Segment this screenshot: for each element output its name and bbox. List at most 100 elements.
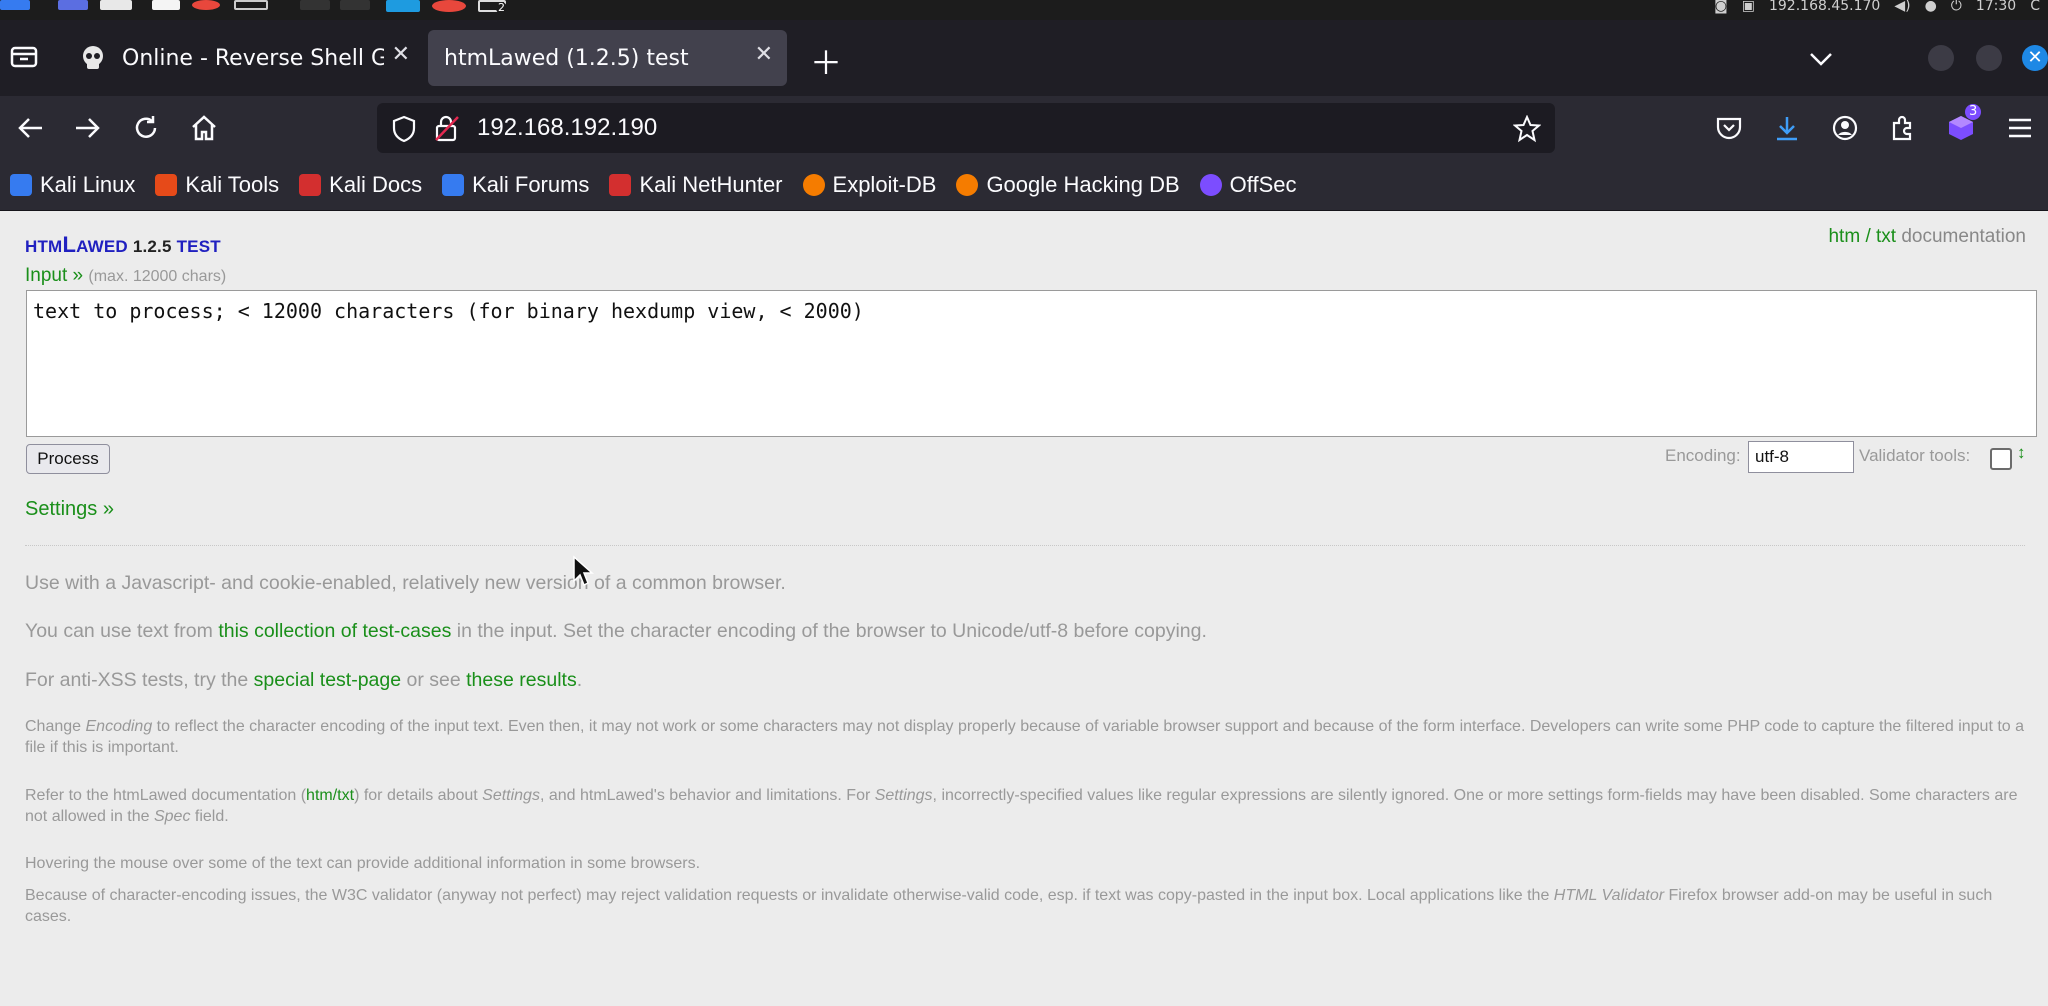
tab-htmlawed[interactable]: htmLawed (1.2.5) test ✕ [428,30,787,86]
kali-icon [10,174,32,196]
tab-close-icon[interactable]: ✕ [755,42,773,67]
input-max-chars: (max. 12000 chars) [88,268,227,285]
window-count-icon[interactable]: 2 [478,0,507,14]
new-tab-button[interactable]: ＋ [810,38,842,84]
bookmark-kali-docs[interactable]: Kali Docs [299,172,422,198]
address-bar[interactable]: 192.168.192.190 [377,103,1555,153]
page-content: HTMLAWED 1.2.5 TEST htm / txt documentat… [0,212,2048,1006]
account-icon [1832,115,1858,141]
os-taskbar: 2 ◙ ▣ 192.168.45.170 ◀) ● ⏻ 17:30 C [0,0,2048,20]
htm-link[interactable]: htm [306,787,333,804]
terminal-icon[interactable] [100,0,132,10]
title-version: 1.2.5 [132,237,172,256]
input-label-text[interactable]: Input » [25,265,83,286]
skull-icon [83,46,103,69]
clipboard-icon[interactable]: ◙ [1714,0,1728,13]
files-icon[interactable] [58,0,88,10]
download-icon [1777,117,1797,141]
firefox-taskbar-icon[interactable] [192,0,220,10]
bookmark-google-hacking-db[interactable]: Google Hacking DB [956,172,1180,198]
close-icon: ✕ [2027,47,2043,68]
power-icon[interactable]: ⏻ [1951,0,1962,13]
firefox-view-icon [10,46,38,68]
bookmark-kali-linux[interactable]: Kali Linux [10,172,135,198]
window-count-badge: 2 [496,1,507,14]
bookmark-label: Exploit-DB [832,172,937,197]
bookmark-star-icon[interactable] [1513,115,1541,143]
test-cases-note: You can use text from this collection of… [25,620,1207,643]
pocket-button[interactable] [1711,110,1747,146]
validator-toggle-icon[interactable]: ↕ [2017,443,2026,463]
text-part: You can use text from [25,620,219,642]
insecure-lock-icon[interactable] [433,113,461,143]
workspace-2-icon[interactable] [340,0,370,10]
workspace-1-icon[interactable] [300,0,330,10]
shield-icon[interactable] [391,115,417,143]
text-part: or see [401,669,467,691]
volume-icon[interactable]: ◀) [1894,0,1910,13]
bookmark-label: Google Hacking DB [986,172,1180,197]
home-button[interactable] [186,110,222,146]
special-test-page-link[interactable]: special test-page [254,669,401,691]
hover-note: Hovering the mouse over some of the text… [25,855,701,872]
account-button[interactable] [1827,110,1863,146]
bookmark-kali-forums[interactable]: Kali Forums [442,172,589,198]
title-part: AWED [76,237,128,256]
lock-icon[interactable]: C [2030,0,2040,13]
process-button[interactable]: Process [26,444,110,474]
maximize-button[interactable] [1976,45,2002,71]
tab-close-icon[interactable]: ✕ [392,42,410,67]
txt-link[interactable]: txt [337,787,354,804]
input-label[interactable]: Input » (max. 12000 chars) [25,265,226,287]
these-results-link[interactable]: these results [466,669,577,691]
downloads-button[interactable] [1769,110,1805,146]
encoding-note: Change Encoding to reflect the character… [25,716,2035,758]
network-ip-text: 192.168.45.170 [1768,0,1881,14]
bookmark-kali-nethunter[interactable]: Kali NetHunter [609,172,783,198]
kali-menu-icon[interactable] [0,0,30,10]
offsec-icon [1199,174,1222,196]
text-part: field. [190,808,229,825]
extension-addon-button[interactable]: 3 [1943,104,1982,146]
text-emphasis: Encoding [85,718,153,735]
test-cases-link[interactable]: this collection of test-cases [218,620,451,642]
validator-tools-checkbox[interactable] [1990,448,2012,470]
encoding-label: Encoding: [1665,446,1741,465]
network-icon[interactable]: ▣ [1742,0,1755,13]
hamburger-menu-icon [2009,118,2031,138]
firefox-running-icon[interactable] [432,0,466,12]
htm-doc-link[interactable]: htm [1828,226,1860,247]
back-button[interactable] [12,110,48,146]
close-window-button[interactable]: ✕ [2022,45,2048,71]
encoding-input[interactable] [1748,441,1854,473]
vscode-taskbar-icon[interactable] [386,0,420,12]
app-menu-button[interactable] [2002,110,2038,146]
title-part: L [62,232,77,257]
firefox-view-button[interactable] [10,42,40,75]
list-tabs-button[interactable] [1808,42,1834,75]
minimize-button[interactable] [1928,45,1954,71]
text-part: Refer to the htmLawed documentation ( [25,787,307,804]
divider [25,545,2025,546]
settings-link[interactable]: Settings » [25,498,114,521]
input-textarea[interactable]: text to process; < 12000 characters (for… [26,290,2037,437]
notifications-icon[interactable]: ● [1925,0,1937,13]
editor-icon[interactable] [152,0,180,10]
extensions-button[interactable] [1885,110,1921,146]
kali-forums-icon [442,174,465,196]
window-icon[interactable] [234,0,268,10]
bookmark-kali-tools[interactable]: Kali Tools [155,172,279,198]
bookmark-label: OffSec [1229,172,1297,197]
bookmarks-toolbar: Kali Linux Kali Tools Kali Docs Kali For… [0,160,2048,211]
bookmark-exploit-db[interactable]: Exploit-DB [802,172,937,198]
reload-icon [135,116,157,138]
bookmark-offsec[interactable]: OffSec [1199,172,1297,198]
extension-badge: 3 [1965,104,1982,120]
forward-button[interactable] [70,110,106,146]
reload-button[interactable] [128,110,164,146]
tab-reverse-shell[interactable]: Online - Reverse Shell Ge ✕ [66,30,414,86]
bookmark-label: Kali NetHunter [639,172,783,197]
text-part: Change [25,718,86,735]
navigation-toolbar: 192.168.192.190 3 [0,96,2048,160]
txt-doc-link[interactable]: txt [1876,226,1896,247]
